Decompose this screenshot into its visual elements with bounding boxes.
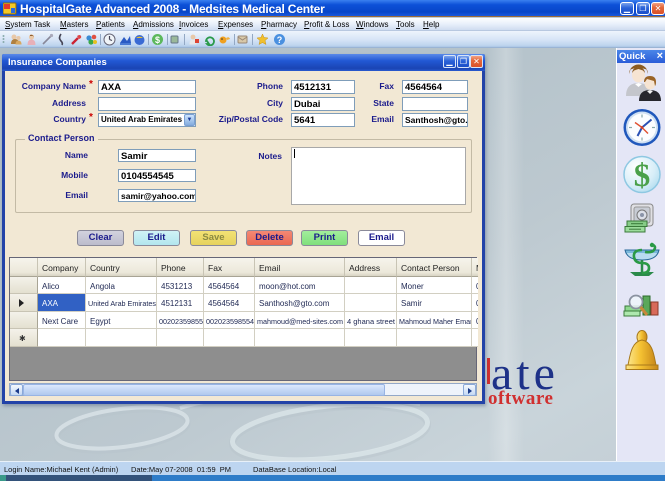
svg-text:?: ? <box>277 35 283 45</box>
svg-text:$: $ <box>634 158 651 194</box>
svg-text:$: $ <box>155 35 160 45</box>
